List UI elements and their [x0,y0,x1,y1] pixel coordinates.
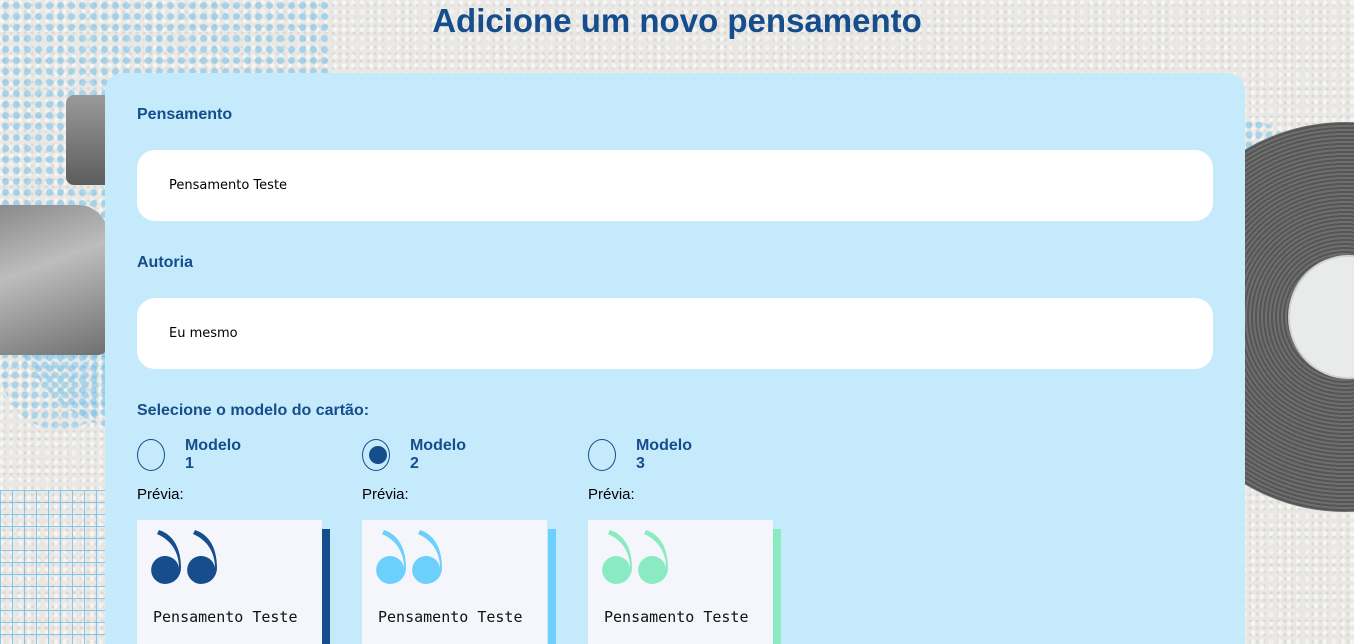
preview-accent-bar-3 [773,529,781,644]
page-title: Adicione um novo pensamento [432,2,922,39]
thought-form: Pensamento Pensamento Teste Autoria Eu m… [105,73,1245,644]
quote-icon [602,530,668,584]
preview-accent-bar-1 [322,529,330,644]
radio-button-model-1[interactable] [137,439,165,471]
preview-card-3: Pensamento Teste [588,520,773,644]
quote-icon [151,530,217,584]
model-label-3: Modelo 3 [635,437,692,472]
preview-label-1: Prévia: [137,486,184,503]
modelo-label: Selecione o modelo do cartão: [137,402,370,419]
preview-text-1: Pensamento Teste [153,608,298,626]
autoria-label: Autoria [137,254,193,271]
preview-text-3: Pensamento Teste [604,608,749,626]
preview-card-2: Pensamento Teste [362,520,547,644]
preview-label-2: Prévia: [362,486,409,503]
preview-text-2: Pensamento Teste [378,608,523,626]
model-label-2: Modelo 2 [409,437,466,472]
preview-label-3: Prévia: [588,486,635,503]
model-option-2[interactable]: Modelo 2 [362,437,470,473]
model-option-3[interactable]: Modelo 3 [588,437,696,473]
decorative-grid [0,490,110,644]
pensamento-label: Pensamento [137,106,233,123]
jeans-illustration [0,205,108,355]
autoria-input[interactable]: Eu mesmo [137,298,1213,369]
preview-card-1: Pensamento Teste [137,520,322,644]
model-option-1[interactable]: Modelo 1 [137,437,245,473]
pensamento-input[interactable]: Pensamento Teste [137,150,1213,221]
quote-icon [376,530,442,584]
model-label-1: Modelo 1 [184,437,241,472]
radio-button-model-2[interactable] [362,439,390,471]
preview-accent-bar-2 [548,529,556,644]
radio-button-model-3[interactable] [588,439,616,471]
